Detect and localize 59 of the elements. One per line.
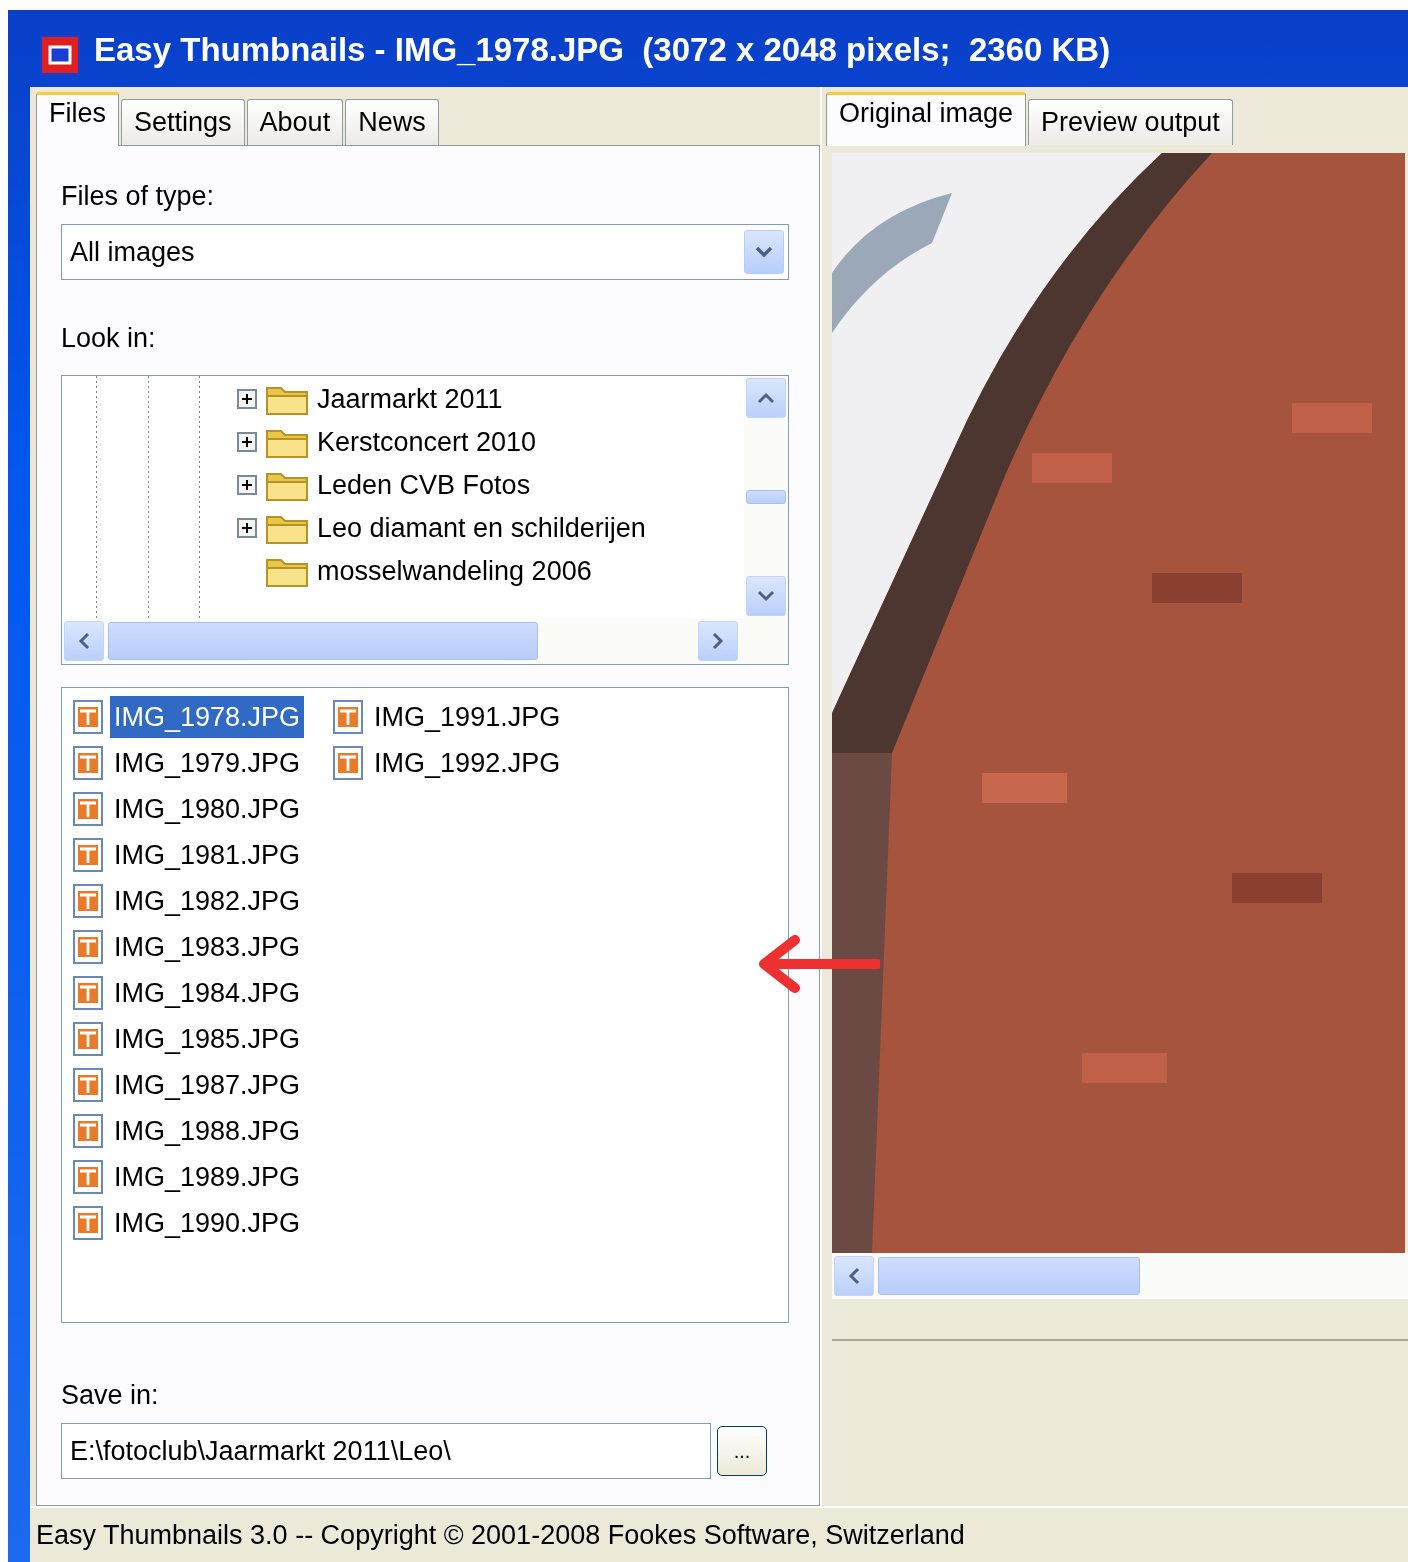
file-item[interactable]: IMG_1983.JPG	[110, 925, 305, 968]
image-file-icon	[70, 836, 106, 873]
expand-icon[interactable]	[237, 389, 257, 409]
scrollbar-thumb[interactable]	[746, 489, 786, 504]
image-file-icon	[70, 698, 106, 735]
scroll-down-icon[interactable]	[746, 575, 786, 616]
file-item[interactable]: IMG_1985.JPG	[110, 1017, 305, 1060]
image-file-icon	[70, 790, 106, 827]
file-item[interactable]: IMG_1981.JPG	[110, 833, 305, 876]
file-item[interactable]: IMG_1984.JPG	[110, 971, 305, 1014]
chevron-down-icon[interactable]	[744, 230, 784, 274]
file-item[interactable]: IMG_1979.JPG	[110, 741, 305, 784]
scrollbar-thumb[interactable]	[878, 1256, 1140, 1295]
image-file-icon	[70, 882, 106, 919]
app-icon	[40, 34, 80, 75]
image-file-icon	[70, 928, 106, 965]
image-file-icon	[70, 1020, 106, 1057]
image-file-icon	[70, 744, 106, 781]
expand-icon[interactable]	[237, 518, 257, 538]
image-file-icon	[70, 1112, 106, 1149]
file-item[interactable]: IMG_1982.JPG	[110, 879, 305, 922]
field-label: Files of type:	[61, 179, 216, 213]
tab[interactable]: News	[345, 98, 439, 145]
save-folder-field[interactable]: E:\fotoclub\Jaarmarkt 2011\Leo\	[61, 1423, 711, 1479]
tree-item[interactable]: mosselwandeling 2006	[317, 550, 592, 592]
tab[interactable]: Settings	[121, 98, 245, 145]
image-file-icon	[70, 974, 106, 1011]
scroll-right-icon[interactable]	[698, 620, 738, 661]
field-label: Save in:	[61, 1378, 160, 1412]
tab[interactable]: Preview output	[1028, 98, 1233, 145]
tree-item[interactable]: Jaarmarkt 2011	[317, 378, 503, 420]
file-item[interactable]: IMG_1991.JPG	[370, 695, 565, 738]
browse-button[interactable]: ...	[717, 1426, 767, 1476]
file-item[interactable]: IMG_1987.JPG	[110, 1063, 305, 1106]
file-item[interactable]: IMG_1992.JPG	[370, 741, 565, 784]
image-file-icon	[70, 1066, 106, 1103]
tree-item[interactable]: Kerstconcert 2010	[317, 421, 537, 463]
tab[interactable]: Original image	[826, 91, 1027, 146]
tree-item[interactable]: Leden CVB Fotos	[317, 464, 531, 506]
image-file-icon	[70, 1204, 106, 1241]
scroll-up-icon[interactable]	[746, 377, 786, 418]
file-item[interactable]: IMG_1988.JPG	[110, 1109, 305, 1152]
window-title: Easy Thumbnails - IMG_1978.JPG (3072 x 2048 pixels; 2360 KB)	[94, 30, 1111, 70]
expand-icon[interactable]	[237, 475, 257, 495]
file-item[interactable]: IMG_1980.JPG	[110, 787, 305, 830]
file-type-dropdown[interactable]: All images	[61, 224, 789, 280]
field-label: Look in:	[61, 322, 157, 355]
tree-item[interactable]: Leo diamant en schilderijen	[317, 507, 646, 549]
file-item[interactable]: IMG_1978.JPG	[110, 695, 305, 738]
status-bar: Easy Thumbnails 3.0 -- Copyright © 2001-2008 Fookes Software, Switzerland	[30, 1506, 1408, 1562]
tab[interactable]: About	[246, 98, 344, 145]
tab[interactable]: Files	[36, 91, 119, 146]
scroll-left-icon[interactable]	[834, 1255, 874, 1296]
file-item[interactable]: IMG_1990.JPG	[110, 1201, 305, 1244]
scrollbar-thumb[interactable]	[108, 621, 538, 660]
image-file-icon	[70, 1158, 106, 1195]
expand-icon[interactable]	[237, 432, 257, 452]
scroll-left-icon[interactable]	[64, 620, 104, 661]
file-item[interactable]: IMG_1989.JPG	[110, 1155, 305, 1198]
